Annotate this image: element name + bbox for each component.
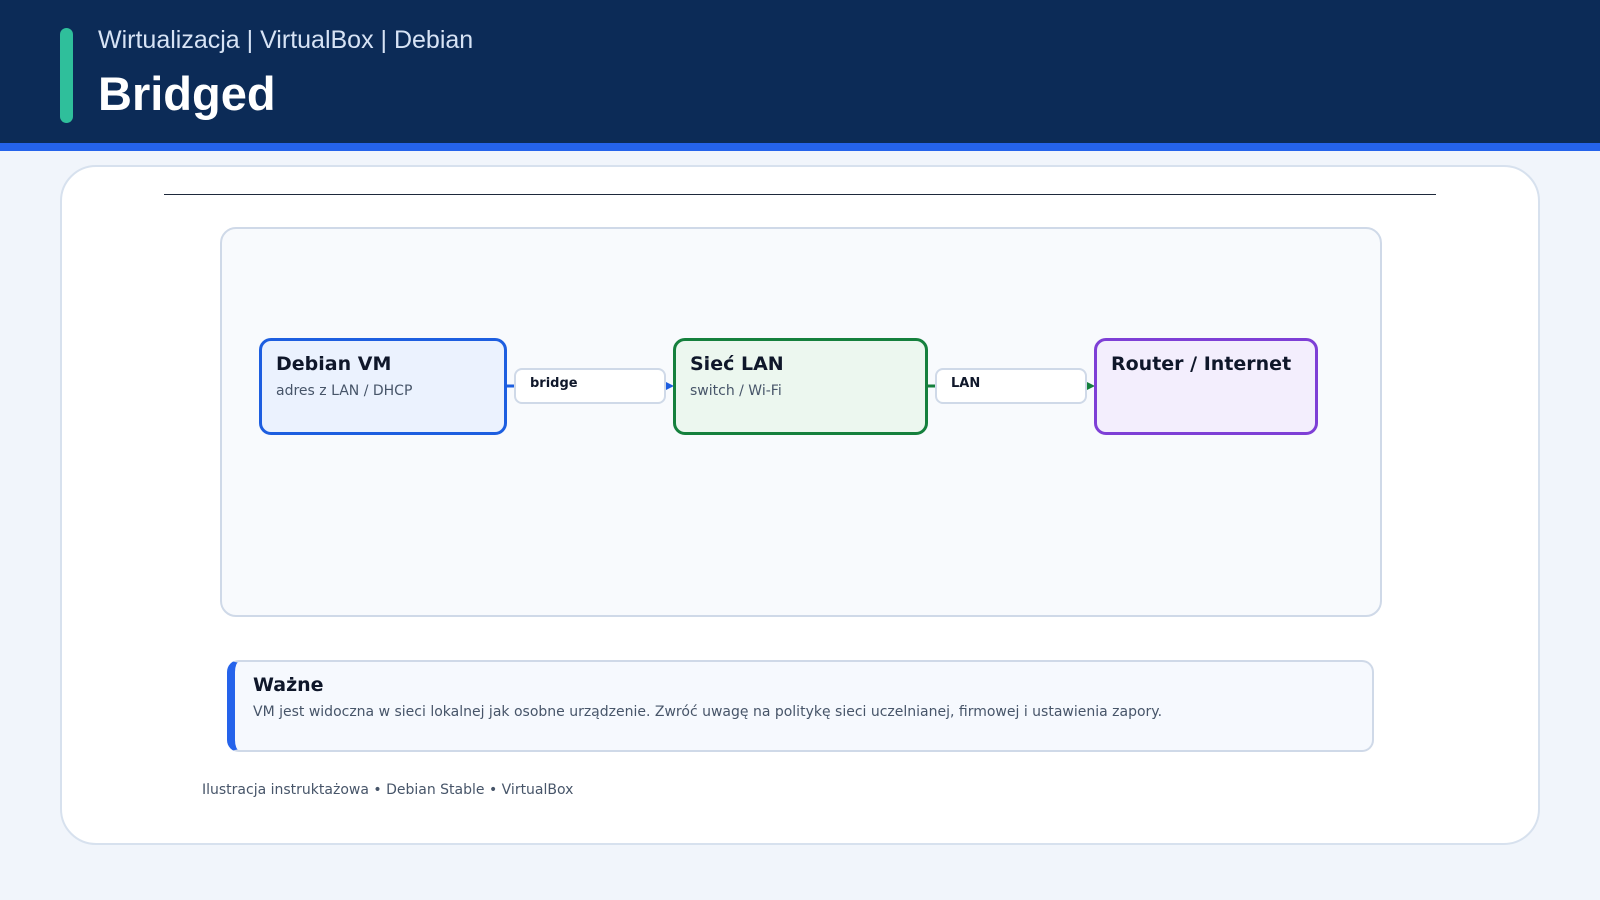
edge-label-bridge: bridge — [514, 368, 666, 404]
node-debian-vm: Debian VM adres z LAN / DHCP — [259, 338, 507, 435]
node-subtitle: adres z LAN / DHCP — [276, 383, 413, 399]
node-router-internet: Router / Internet — [1094, 338, 1318, 435]
edge-label-lan: LAN — [935, 368, 1087, 404]
node-subtitle: switch / Wi-Fi — [690, 383, 782, 399]
footer-caption: Ilustracja instruktażowa • Debian Stable… — [202, 782, 574, 798]
node-lan: Sieć LAN switch / Wi-Fi — [673, 338, 928, 435]
node-title: Sieć LAN — [690, 353, 784, 375]
diagram-connectors — [507, 382, 1095, 390]
note-title: Ważne — [253, 674, 324, 696]
node-title: Debian VM — [276, 353, 392, 375]
node-title: Router / Internet — [1111, 353, 1292, 375]
important-note: Ważne VM jest widoczna w sieci lokalnej … — [227, 660, 1374, 752]
note-body: VM jest widoczna w sieci lokalnej jak os… — [253, 704, 1163, 720]
